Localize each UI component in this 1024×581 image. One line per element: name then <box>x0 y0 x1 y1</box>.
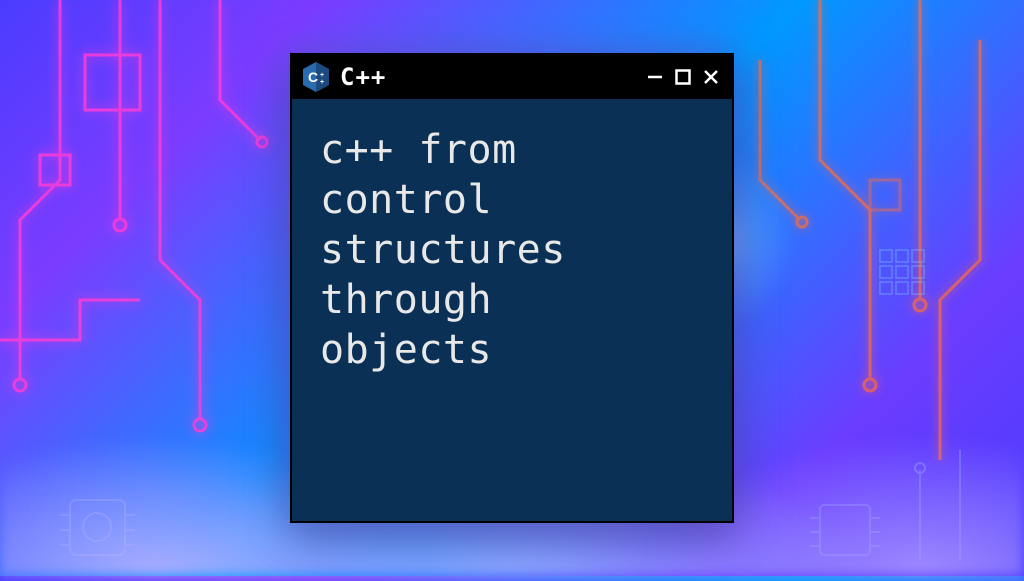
svg-text:+: + <box>320 79 324 86</box>
window-title: C++ <box>340 63 634 91</box>
body-text: c++ from control structures through obje… <box>320 125 704 375</box>
titlebar: C + + C++ <box>292 55 732 99</box>
svg-text:+: + <box>320 72 324 79</box>
minimize-button[interactable] <box>644 66 666 88</box>
svg-text:C: C <box>308 69 318 85</box>
window-controls <box>644 66 722 88</box>
cpp-hexagon-icon: C + + <box>302 61 330 93</box>
window-content: c++ from control structures through obje… <box>292 99 732 521</box>
maximize-button[interactable] <box>672 66 694 88</box>
close-button[interactable] <box>700 66 722 88</box>
terminal-window: C + + C++ c++ from control structures th… <box>290 53 734 523</box>
